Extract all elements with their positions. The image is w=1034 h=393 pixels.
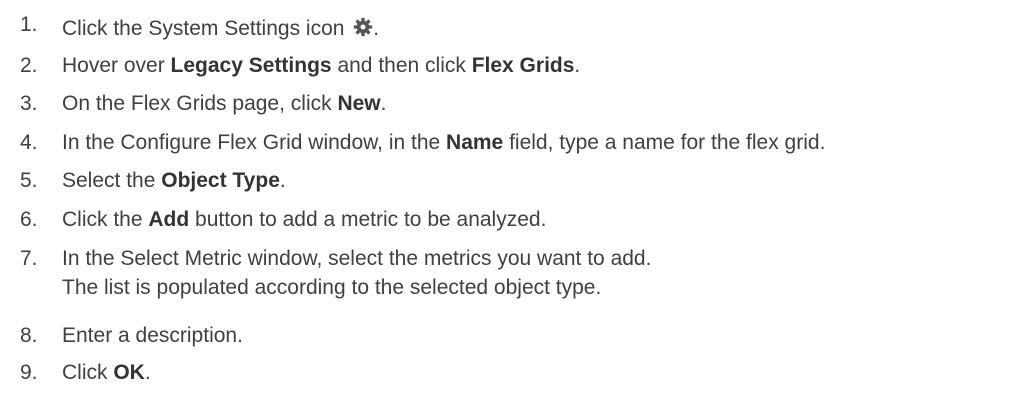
step-text: Click the Add button to add a metric to …: [62, 205, 546, 234]
step-text-segment: .: [574, 54, 581, 77]
ui-term: Legacy Settings: [170, 54, 332, 77]
step-number: 1.: [20, 13, 38, 36]
step-text-segment: .: [380, 92, 387, 115]
step-text-segment: .: [279, 169, 286, 192]
ui-term: Add: [148, 208, 190, 231]
ui-term: OK: [113, 361, 145, 384]
step-text-segment: Click the: [62, 208, 149, 231]
ui-term: Object Type: [161, 169, 280, 192]
step-text-segment: Hover over: [62, 54, 171, 77]
step-text: Select the Object Type.: [62, 166, 286, 195]
step-number: 2.: [20, 54, 38, 77]
step-text-segment: In the Select Metric window, select the …: [62, 247, 652, 270]
step-text-segment: field, type a name for the flex grid.: [503, 131, 826, 154]
ui-term: Name: [446, 131, 504, 154]
step-text-segment: Click: [62, 361, 114, 384]
step-text-segment: Click the System Settings icon: [62, 17, 351, 40]
step-number: 6.: [20, 208, 38, 231]
step-text-segment: .: [144, 361, 151, 384]
step-text: On the Flex Grids page, click New.: [62, 89, 386, 118]
step-text-segment: button to add a metric to be analyzed.: [189, 208, 547, 231]
step-text: Hover over Legacy Settings and then clic…: [62, 51, 580, 80]
step-number: 5.: [20, 169, 38, 192]
step-text-segment: On the Flex Grids page, click: [62, 92, 338, 115]
step-text: In the Configure Flex Grid window, in th…: [62, 128, 825, 157]
step-text: Click the System Settings icon .: [62, 14, 379, 43]
step-text-continuation: The list is populated according to the s…: [62, 276, 602, 299]
gear-icon: [354, 17, 373, 37]
step-text: In the Select Metric window, select the …: [62, 244, 651, 302]
step-text-segment: Enter a description.: [62, 324, 243, 347]
ui-term: Flex Grids: [471, 54, 575, 77]
step-text-segment: In the Configure Flex Grid window, in th…: [62, 131, 447, 154]
step-number: 8.: [20, 324, 38, 347]
step-number: 9.: [20, 361, 38, 384]
ui-term: New: [337, 92, 381, 115]
step-text-segment: Select the: [62, 169, 162, 192]
step-text: Click OK.: [62, 358, 151, 387]
step-text-segment: .: [373, 17, 380, 40]
step-text-segment: and then click: [331, 54, 472, 77]
step-number: 3.: [20, 92, 38, 115]
step-number: 4.: [20, 131, 38, 154]
step-number: 7.: [20, 247, 38, 270]
step-text: Enter a description.: [62, 321, 243, 350]
